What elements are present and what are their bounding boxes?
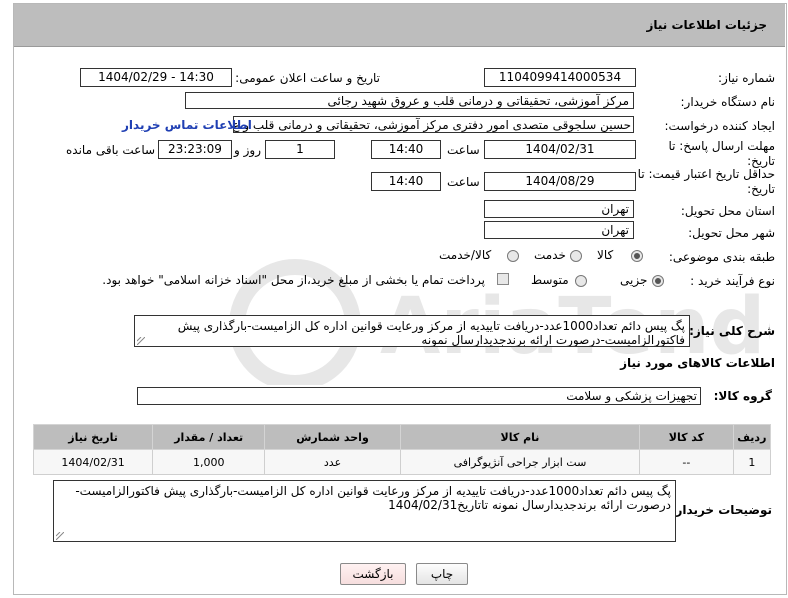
col-header-quantity: تعداد / مقدار: [152, 424, 266, 450]
buyer-notes-label: توضیحات خریدار:: [670, 503, 772, 517]
description-text: پگ پیس دائم تعداد1000عدد-دریافت تاییدیه …: [177, 319, 685, 347]
city-field: تهران: [484, 221, 634, 239]
min-price-time-field: 14:40: [371, 172, 441, 191]
resize-grip-icon[interactable]: [56, 532, 64, 540]
goods-group-label: گروه کالا:: [713, 389, 772, 403]
province-label: استان محل تحویل:: [680, 204, 775, 218]
process-minor-radio[interactable]: [652, 275, 664, 287]
col-header-goods-name: نام کالا: [399, 424, 641, 450]
cell-goods-code: --: [639, 449, 734, 475]
buyer-org-label: نام دستگاه خریدار:: [680, 95, 776, 109]
min-price-label: حداقل تاریخ اعتبار قیمت: تا تاریخ:: [637, 167, 775, 196]
category-service-label: خدمت: [534, 248, 566, 262]
process-medium-label: متوسط: [531, 273, 569, 287]
category-label: طبقه بندی موضوعی:: [668, 250, 775, 264]
cell-quantity: 1,000: [152, 449, 266, 475]
category-both-label: کالا/خدمت: [439, 248, 492, 262]
panel-header: جزئیات اطلاعات نیاز: [14, 4, 785, 47]
need-number-field: 1104099414000534: [484, 68, 636, 87]
process-minor-label: جزیی: [620, 273, 648, 287]
days-field: 1: [265, 140, 335, 159]
col-header-goods-code: کد کالا: [639, 424, 734, 450]
process-label: نوع فرآیند خرید :: [690, 274, 775, 288]
category-goods-label: کالا: [597, 248, 614, 262]
process-medium-radio[interactable]: [575, 275, 587, 287]
creator-field: حسین سلجوقی متصدی امور دفتری مرکز آموزشی…: [233, 116, 634, 133]
city-label: شهر محل تحویل:: [688, 226, 775, 240]
cell-need-date: 1404/02/31: [32, 449, 154, 475]
contact-info-link[interactable]: اطلاعات تماس خریدار: [122, 118, 252, 132]
reply-date-field: 1404/02/31: [484, 140, 636, 159]
category-goods-radio[interactable]: [631, 250, 643, 262]
category-service-radio[interactable]: [570, 250, 582, 262]
category-both-radio[interactable]: [507, 250, 519, 262]
buyer-notes-textarea[interactable]: پگ پیس دائم تعداد1000عدد-دریافت تاییدیه …: [53, 480, 676, 542]
print-button[interactable]: چاپ: [416, 563, 468, 585]
table-row[interactable]: 1 -- ست ابزار جراحی آنژیوگرافی عدد 1,000…: [32, 449, 772, 475]
buyer-notes-text: پگ پیس دائم تعداد1000عدد-دریافت تاییدیه …: [75, 484, 671, 512]
treasury-payment-checkbox[interactable]: [497, 273, 509, 285]
min-price-time-label: ساعت: [447, 175, 480, 189]
remaining-label: ساعت باقی مانده: [66, 143, 156, 157]
goods-table: ردیف کد کالا نام کالا واحد شمارش تعداد /…: [32, 424, 772, 475]
col-header-unit: واحد شمارش: [264, 424, 401, 450]
description-textarea[interactable]: پگ پیس دائم تعداد1000عدد-دریافت تاییدیه …: [134, 315, 690, 347]
reply-time-field: 14:40: [371, 140, 441, 159]
cell-unit: عدد: [264, 449, 401, 475]
need-number-label: شماره نیاز:: [718, 71, 775, 85]
panel-title: جزئیات اطلاعات نیاز: [646, 18, 767, 32]
creator-label: ایجاد کننده درخواست:: [664, 119, 775, 133]
days-label: روز و: [234, 143, 261, 157]
back-button[interactable]: بازگشت: [340, 563, 406, 585]
province-field: تهران: [484, 200, 634, 218]
goods-section-title: اطلاعات کالاهای مورد نیاز: [620, 356, 775, 370]
table-header-row: ردیف کد کالا نام کالا واحد شمارش تعداد /…: [32, 424, 772, 450]
goods-group-field: تجهیزات پزشکی و سلامت: [137, 387, 701, 405]
buyer-org-field: مرکز آموزشی، تحقیقاتی و درمانی قلب و عرو…: [185, 92, 634, 109]
announce-label: تاریخ و ساعت اعلان عمومی:: [235, 71, 380, 85]
cell-row-number: 1: [732, 449, 772, 475]
treasury-payment-note: پرداخت تمام یا بخشی از مبلغ خرید،از محل …: [102, 273, 485, 287]
col-header-need-date: تاریخ نیاز: [32, 424, 154, 450]
min-price-date-field: 1404/08/29: [484, 172, 636, 191]
reply-time-label: ساعت: [447, 143, 480, 157]
announce-field: 1404/02/29 - 14:30: [80, 68, 232, 87]
col-header-row-number: ردیف: [732, 424, 772, 450]
resize-grip-icon[interactable]: [137, 337, 145, 345]
cell-goods-name: ست ابزار جراحی آنژیوگرافی: [399, 449, 641, 475]
reply-deadline-label: مهلت ارسال پاسخ: تا تاریخ:: [668, 139, 775, 168]
description-label: شرح کلی نیاز:: [689, 324, 775, 338]
remaining-time-field: 23:23:09: [158, 140, 232, 159]
